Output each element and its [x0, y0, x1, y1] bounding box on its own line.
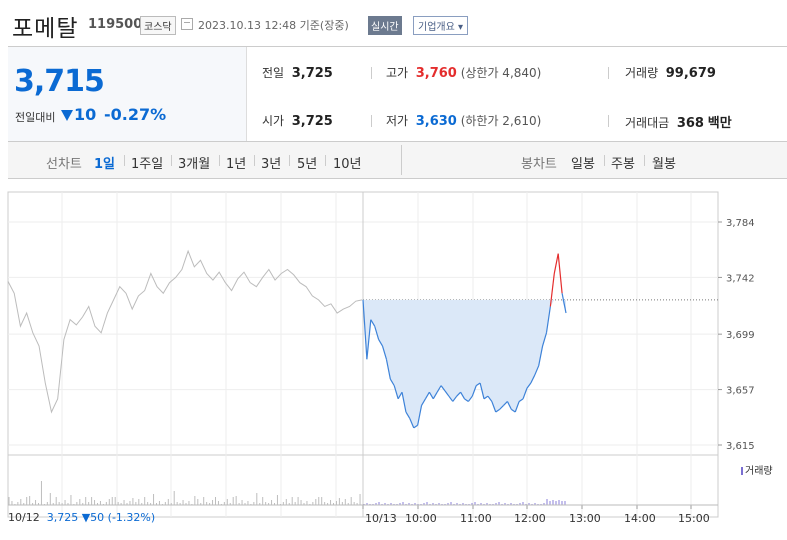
volume-legend: 거래량 [741, 462, 773, 477]
y-tick-label: 3,657 [726, 386, 755, 397]
y-tick-label: 3,615 [726, 441, 755, 452]
prev-day-date: 10/12 [8, 511, 40, 524]
x-tick-label: 10:00 [405, 512, 437, 525]
y-tick-label: 3,699 [726, 330, 755, 341]
prev-day-change: ▼50 [81, 511, 105, 524]
intraday-chart: 3,784 3,742 3,699 3,657 3,615 10/13 10:00 11:00… [7, 191, 755, 525]
x-tick-label: 11:00 [460, 512, 492, 525]
prev-day-rate: (-1.32%) [107, 511, 156, 524]
volume-legend-label: 거래량 [745, 466, 773, 477]
y-tick-label: 3,742 [726, 273, 755, 284]
x-tick-label: 12:00 [514, 512, 546, 525]
below-prev-area [363, 299, 566, 428]
prev-day-price: 3,725 [46, 511, 79, 524]
today-line-segment [553, 253, 559, 274]
y-tick-label: 3,784 [726, 218, 755, 229]
x-tick-label: 10/13 [365, 512, 397, 525]
x-tick-label: 13:00 [569, 512, 601, 525]
prev-day-info: 10/12 3,725 ▼50 (-1.32%) [8, 511, 155, 524]
x-tick-label: 15:00 [678, 512, 710, 525]
prev-day-line [7, 249, 363, 414]
today-line-segment [557, 253, 563, 294]
x-tick-label: 14:00 [624, 512, 656, 525]
